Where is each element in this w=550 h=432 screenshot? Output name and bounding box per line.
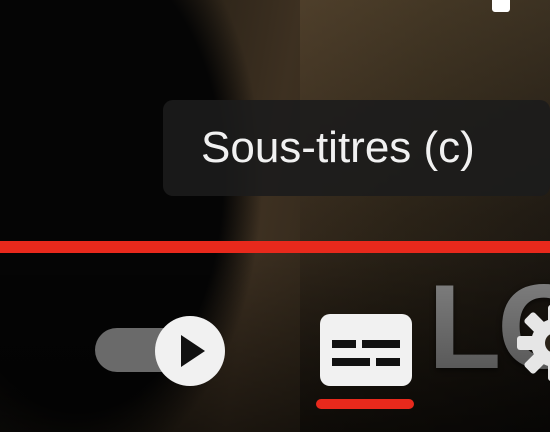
gear-icon xyxy=(517,305,550,381)
settings-button[interactable] xyxy=(515,303,550,383)
subtitles-button[interactable] xyxy=(320,314,412,386)
video-frame[interactable]: LO Sous-titres (c) xyxy=(0,0,550,432)
controls-gradient xyxy=(0,240,550,432)
progress-bar[interactable] xyxy=(0,241,550,253)
tooltip-label: Sous-titres (c) xyxy=(201,123,475,172)
play-icon xyxy=(181,335,205,367)
subtitles-active-indicator xyxy=(316,399,414,409)
autoplay-knob xyxy=(155,316,225,386)
autoplay-toggle[interactable] xyxy=(95,316,229,386)
subtitles-tooltip: Sous-titres (c) xyxy=(163,100,550,196)
closed-captions-icon xyxy=(320,314,412,386)
video-background-detail xyxy=(492,0,510,12)
